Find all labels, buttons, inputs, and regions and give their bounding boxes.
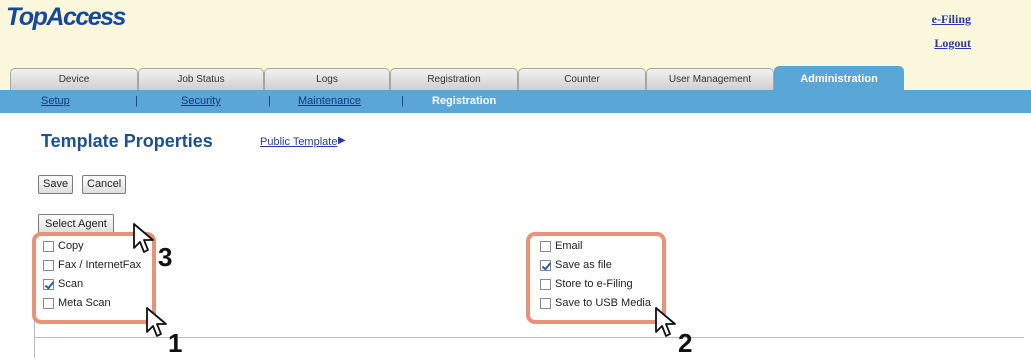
tab-administration[interactable]: Administration	[774, 66, 904, 90]
callout-right-highlight	[526, 232, 666, 324]
cursor-arrow-icon	[655, 307, 676, 337]
header: TopAccess e-Filing Logout	[0, 0, 1031, 66]
breadcrumb-arrow-icon: ▶	[338, 135, 346, 146]
select-agent-button[interactable]: Select Agent	[38, 214, 114, 234]
save-button[interactable]: Save	[38, 175, 74, 194]
subnav-maintenance[interactable]: Maintenance	[298, 95, 361, 107]
tab-device[interactable]: Device	[10, 68, 138, 90]
efiling-link[interactable]: e-Filing	[932, 12, 971, 27]
cursor-arrow-icon	[133, 223, 154, 253]
tab-logs[interactable]: Logs	[264, 68, 390, 90]
sub-navigation: Setup | Security | Maintenance | Registr…	[0, 90, 1031, 113]
main-tabs: Device Job Status Logs Registration Coun…	[0, 66, 1031, 90]
tab-counter[interactable]: Counter	[518, 68, 646, 90]
subnav-separator: |	[268, 95, 271, 107]
subnav-registration[interactable]: Registration	[432, 95, 496, 107]
callout-number-2: 2	[678, 328, 693, 358]
page-title: Template Properties	[41, 131, 213, 151]
subnav-separator: |	[135, 95, 138, 107]
callout-number-1: 1	[168, 328, 183, 358]
subnav-separator: |	[401, 95, 404, 107]
cancel-button[interactable]: Cancel	[82, 175, 127, 194]
topaccess-logo: TopAccess	[6, 3, 126, 31]
tab-user-management[interactable]: User Management	[646, 68, 774, 90]
tab-registration[interactable]: Registration	[390, 68, 518, 90]
subnav-setup[interactable]: Setup	[41, 95, 70, 107]
logout-link[interactable]: Logout	[934, 36, 971, 51]
callout-number-3: 3	[158, 242, 173, 272]
tab-job-status[interactable]: Job Status	[138, 68, 264, 90]
divider-line	[34, 337, 1024, 338]
breadcrumb-public-template[interactable]: Public Template	[260, 136, 337, 148]
subnav-security[interactable]: Security	[181, 95, 221, 107]
